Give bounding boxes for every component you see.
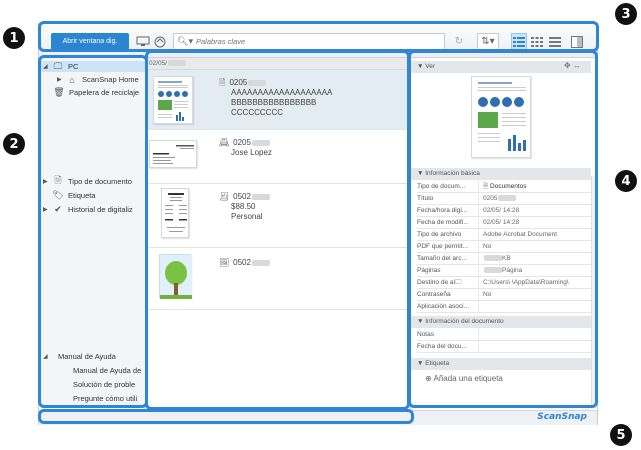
callout-3: 3	[615, 3, 637, 25]
scansnap-logo: ScanSnap	[537, 412, 587, 422]
callout-5: 5	[610, 424, 632, 446]
highlight-status	[38, 409, 414, 424]
highlight-toolbar	[38, 21, 599, 52]
callout-4: 4	[615, 170, 637, 192]
highlight-details	[408, 50, 598, 408]
callout-2: 2	[3, 133, 25, 155]
callout-1: 1	[3, 27, 25, 49]
highlight-list	[145, 50, 410, 410]
highlight-sidebar	[38, 55, 148, 408]
